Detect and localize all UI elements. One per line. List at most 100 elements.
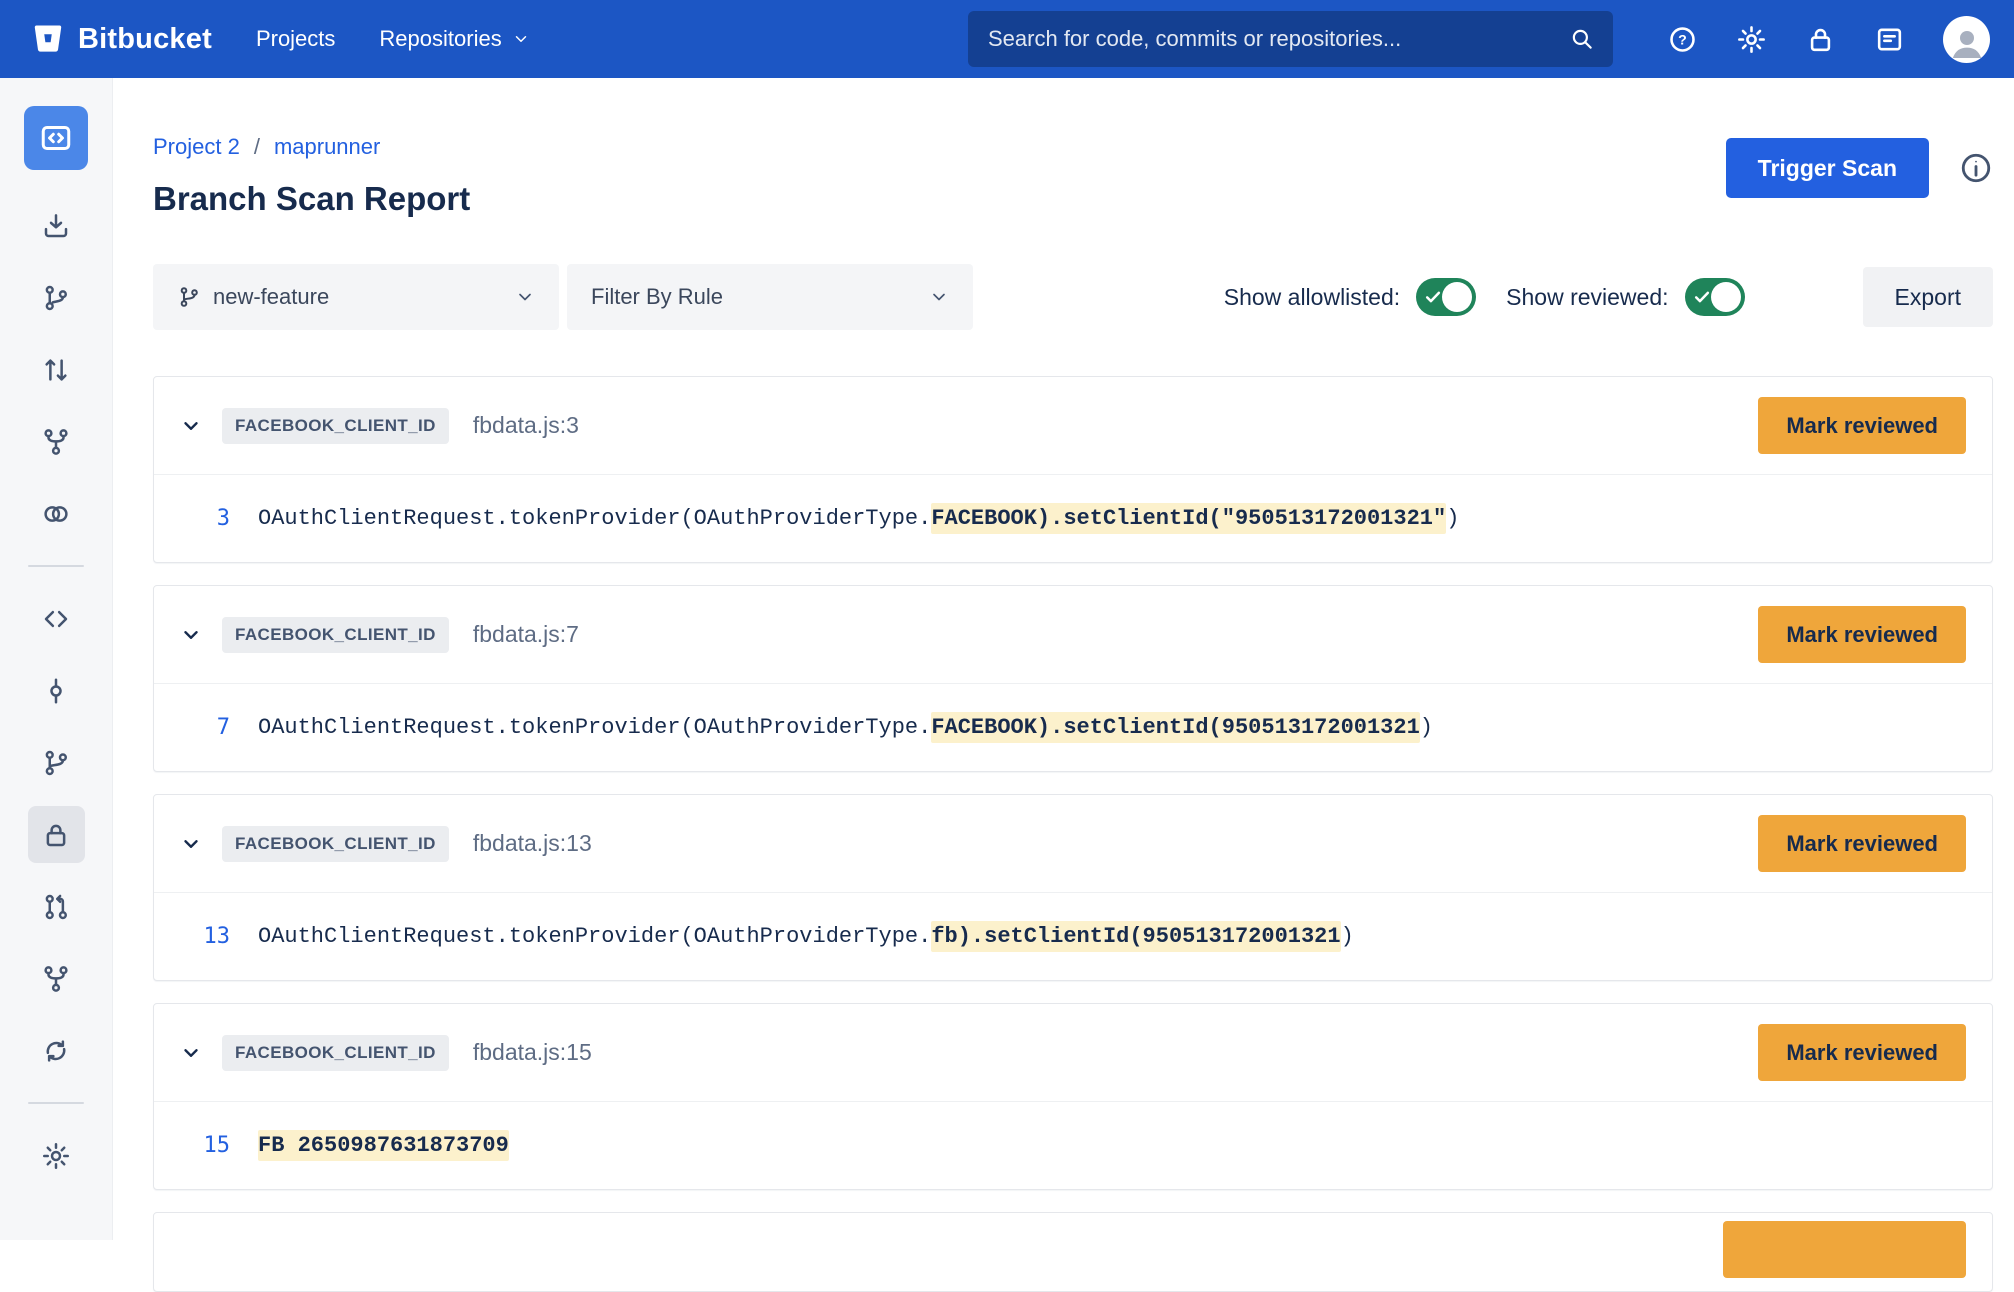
user-avatar[interactable] bbox=[1943, 16, 1990, 63]
finding-card-header: FACEBOOK_CLIENT_ID fbdata.js:15 Mark rev… bbox=[154, 1004, 1992, 1101]
lock-icon[interactable] bbox=[1805, 24, 1836, 55]
filters-row: new-feature Filter By Rule Show allowlis… bbox=[153, 264, 1993, 330]
sidebar-item-commit-icon[interactable] bbox=[28, 662, 85, 719]
sidebar-item-source-icon[interactable] bbox=[28, 590, 85, 647]
chevron-down-icon bbox=[515, 287, 535, 307]
rule-filter-dropdown[interactable]: Filter By Rule bbox=[567, 264, 973, 330]
sidebar-nav bbox=[0, 78, 112, 1184]
finding-card-header: FACEBOOK_CLIENT_ID fbdata.js:13 Mark rev… bbox=[154, 795, 1992, 892]
nav-item-projects[interactable]: Projects bbox=[256, 26, 335, 52]
sidebar-item-commits-graph-icon[interactable] bbox=[28, 269, 85, 326]
trigger-scan-button[interactable]: Trigger Scan bbox=[1726, 138, 1929, 198]
finding-location: fbdata.js:7 bbox=[473, 621, 579, 648]
branch-selector-dropdown[interactable]: new-feature bbox=[153, 264, 559, 330]
sidebar-item-create-pull-request-icon[interactable] bbox=[28, 341, 85, 398]
nav-item-repositories[interactable]: Repositories bbox=[379, 26, 529, 52]
finding-card: FACEBOOK_CLIENT_ID fbdata.js:3 Mark revi… bbox=[153, 376, 1993, 563]
export-button[interactable]: Export bbox=[1863, 267, 1993, 327]
finding-card: FACEBOOK_CLIENT_ID fbdata.js:13 Mark rev… bbox=[153, 794, 1993, 981]
top-navigation: Bitbucket Projects Repositories ? bbox=[0, 0, 2014, 78]
page-header-actions: Trigger Scan bbox=[1726, 138, 1993, 198]
sidebar-item-downloads-icon[interactable] bbox=[28, 197, 85, 254]
finding-card: FACEBOOK_CLIENT_ID fbdata.js:15 Mark rev… bbox=[153, 1003, 1993, 1190]
changelog-icon[interactable] bbox=[1874, 24, 1905, 55]
finding-code-row: 3 OAuthClientRequest.tokenProvider(OAuth… bbox=[154, 474, 1992, 562]
svg-text:?: ? bbox=[1678, 32, 1687, 48]
main-content: Project 2 / maprunner Branch Scan Report… bbox=[113, 0, 2014, 1292]
sidebar-item-forks-icon[interactable] bbox=[28, 950, 85, 1007]
info-icon[interactable] bbox=[1959, 151, 1993, 185]
sidebar-item-branch-icon[interactable] bbox=[28, 734, 85, 791]
code-snippet: FB 2650987631873709 bbox=[258, 1133, 509, 1158]
highlighted-secret-text: FACEBOOK).setClientId("950513172001321" bbox=[931, 503, 1446, 534]
highlighted-secret-text: FACEBOOK).setClientId(950513172001321 bbox=[931, 712, 1419, 743]
sidebar bbox=[0, 78, 113, 1240]
collapse-chevron-icon[interactable] bbox=[180, 415, 202, 437]
highlighted-secret-text: FB 2650987631873709 bbox=[258, 1130, 509, 1161]
mark-reviewed-button[interactable] bbox=[1723, 1221, 1966, 1278]
finding-card-header: FACEBOOK_CLIENT_ID fbdata.js:7 Mark revi… bbox=[154, 586, 1992, 683]
line-number: 3 bbox=[180, 506, 230, 531]
code-text: OAuthClientRequest.tokenProvider(OAuthPr… bbox=[258, 924, 931, 949]
findings-list: FACEBOOK_CLIENT_ID fbdata.js:3 Mark revi… bbox=[153, 376, 1993, 1190]
finding-location: fbdata.js:3 bbox=[473, 412, 579, 439]
branch-icon bbox=[177, 285, 201, 309]
show-allowlisted-toggle[interactable] bbox=[1416, 278, 1476, 316]
brand-name: Bitbucket bbox=[78, 23, 212, 56]
chevron-down-icon bbox=[929, 287, 949, 307]
code-text: ) bbox=[1446, 506, 1459, 531]
sidebar-item-fork-icon[interactable] bbox=[28, 413, 85, 470]
nav-item-projects-label: Projects bbox=[256, 26, 335, 52]
line-number: 7 bbox=[180, 715, 230, 740]
collapse-chevron-icon[interactable] bbox=[180, 833, 202, 855]
collapse-chevron-icon[interactable] bbox=[180, 1042, 202, 1064]
finding-card-partial bbox=[153, 1212, 1993, 1292]
toggle-group: Show allowlisted: Show reviewed: bbox=[1224, 278, 1759, 316]
nav-item-repositories-label: Repositories bbox=[379, 26, 501, 52]
sidebar-item-settings-icon[interactable] bbox=[28, 1127, 85, 1184]
page-header: Project 2 / maprunner Branch Scan Report… bbox=[153, 134, 1993, 218]
finding-card: FACEBOOK_CLIENT_ID fbdata.js:7 Mark revi… bbox=[153, 585, 1993, 772]
mark-reviewed-button[interactable]: Mark reviewed bbox=[1758, 815, 1966, 872]
show-reviewed-label: Show reviewed: bbox=[1506, 284, 1668, 311]
breadcrumb-repository-link[interactable]: maprunner bbox=[274, 134, 380, 160]
settings-icon[interactable] bbox=[1736, 24, 1767, 55]
global-search-box[interactable] bbox=[968, 11, 1613, 67]
collapse-chevron-icon[interactable] bbox=[180, 624, 202, 646]
finding-card-header: FACEBOOK_CLIENT_ID fbdata.js:3 Mark revi… bbox=[154, 377, 1992, 474]
sidebar-item-security-lock-icon[interactable] bbox=[28, 806, 85, 863]
bitbucket-bucket-icon bbox=[30, 21, 66, 57]
sidebar-item-repo-avatar[interactable] bbox=[24, 106, 88, 170]
mark-reviewed-button[interactable]: Mark reviewed bbox=[1758, 606, 1966, 663]
breadcrumb-separator: / bbox=[254, 134, 260, 160]
finding-code-row: 13 OAuthClientRequest.tokenProvider(OAut… bbox=[154, 892, 1992, 980]
finding-location: fbdata.js:15 bbox=[473, 1039, 592, 1066]
code-snippet: OAuthClientRequest.tokenProvider(OAuthPr… bbox=[258, 506, 1459, 531]
show-reviewed-toggle[interactable] bbox=[1685, 278, 1745, 316]
toggle-knob bbox=[1442, 282, 1472, 312]
mark-reviewed-button[interactable]: Mark reviewed bbox=[1758, 397, 1966, 454]
primary-nav: Projects Repositories bbox=[256, 26, 530, 52]
line-number: 15 bbox=[180, 1133, 230, 1158]
check-icon bbox=[1423, 287, 1443, 307]
finding-location: fbdata.js:13 bbox=[473, 830, 592, 857]
finding-code-row: 15 FB 2650987631873709 bbox=[154, 1101, 1992, 1189]
search-input[interactable] bbox=[986, 25, 1569, 53]
breadcrumb-project-link[interactable]: Project 2 bbox=[153, 134, 240, 160]
line-number: 13 bbox=[180, 924, 230, 949]
rule-badge: FACEBOOK_CLIENT_ID bbox=[222, 826, 449, 862]
sidebar-item-sync-icon[interactable] bbox=[28, 1022, 85, 1079]
code-text: ) bbox=[1341, 924, 1354, 949]
help-icon[interactable]: ? bbox=[1667, 24, 1698, 55]
mark-reviewed-button[interactable]: Mark reviewed bbox=[1758, 1024, 1966, 1081]
rule-badge: FACEBOOK_CLIENT_ID bbox=[222, 1035, 449, 1071]
rule-badge: FACEBOOK_CLIENT_ID bbox=[222, 408, 449, 444]
branch-selector-value: new-feature bbox=[213, 284, 515, 310]
nav-icon-strip: ? bbox=[1667, 0, 1990, 78]
highlighted-secret-text: fb).setClientId(950513172001321 bbox=[931, 921, 1340, 952]
check-icon bbox=[1692, 287, 1712, 307]
bitbucket-logo[interactable]: Bitbucket bbox=[30, 21, 212, 57]
sidebar-item-pull-requests-icon[interactable] bbox=[28, 878, 85, 935]
sidebar-item-compare-icon[interactable] bbox=[28, 485, 85, 542]
rule-filter-value: Filter By Rule bbox=[591, 284, 929, 310]
